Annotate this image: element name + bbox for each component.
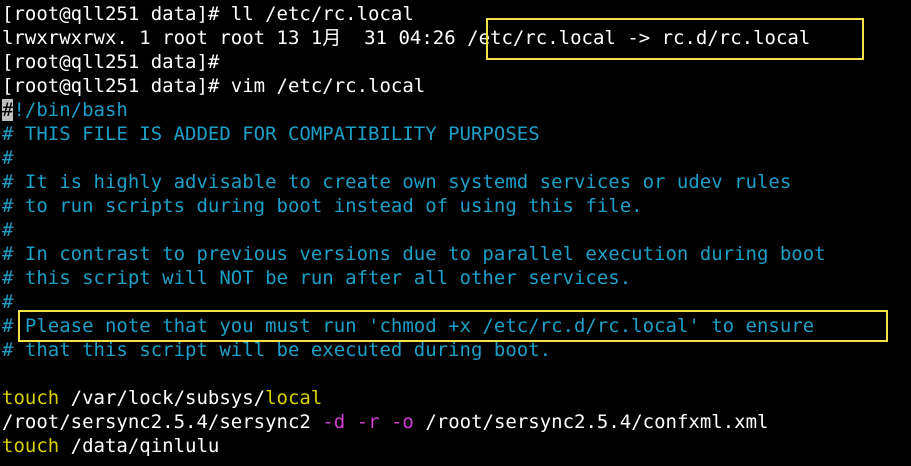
vim-cursor: # [2,99,14,121]
file-comment-line: # In contrast to previous versions due t… [2,243,826,265]
file-comment-line: # [2,219,14,241]
shell-line-ll: [root@qll251 data]# ll /etc/rc.local [2,3,414,25]
sersync-config-arg: /root/sersync2.5.4/confxml.xml [413,411,769,433]
sersync-path: /root/sersync2.5.4/sersync2 [2,411,323,433]
file-comment-line: # [2,147,14,169]
ll-output-attrs: lrwxrwxrwx. 1 root root 13 1月 31 04:26 [2,27,468,49]
terminal-window[interactable]: [root@qll251 data]# ll /etc/rc.local lrw… [0,0,911,466]
touch-path: /data/qinlulu [59,435,220,457]
file-comment-line: # to run scripts during boot instead of … [2,195,643,217]
highlight-box-chmod-note [18,310,888,342]
shebang-text: !/bin/bash [13,99,128,121]
touch-keyword: touch [2,387,60,409]
shell-line-prompt: [root@qll251 data]# [2,51,220,73]
shell-line-vim: [root@qll251 data]# vim /etc/rc.local [2,75,426,97]
local-keyword: local [265,387,323,409]
touch-path: /var/lock/subsys/ [59,387,266,409]
file-line-touch-lock: touch /var/lock/subsys/local [2,386,322,410]
option-r: -r [356,411,380,433]
file-comment-line: # It is highly advisable to create own s… [2,171,792,193]
file-comment-line: # [2,291,14,313]
option-o: -o [390,411,414,433]
file-line-touch-data: touch /data/qinlulu [2,434,219,458]
file-comment-line: # this script will NOT be run after all … [2,267,632,289]
option-d: -d [322,411,346,433]
file-line-shebang: #!/bin/bash [2,98,128,122]
file-line-sersync: /root/sersync2.5.4/sersync2 -d -r -o /ro… [2,410,768,434]
highlight-box-symlink [486,18,864,60]
touch-keyword: touch [2,435,60,457]
file-comment-line: # THIS FILE IS ADDED FOR COMPATIBILITY P… [2,123,540,145]
